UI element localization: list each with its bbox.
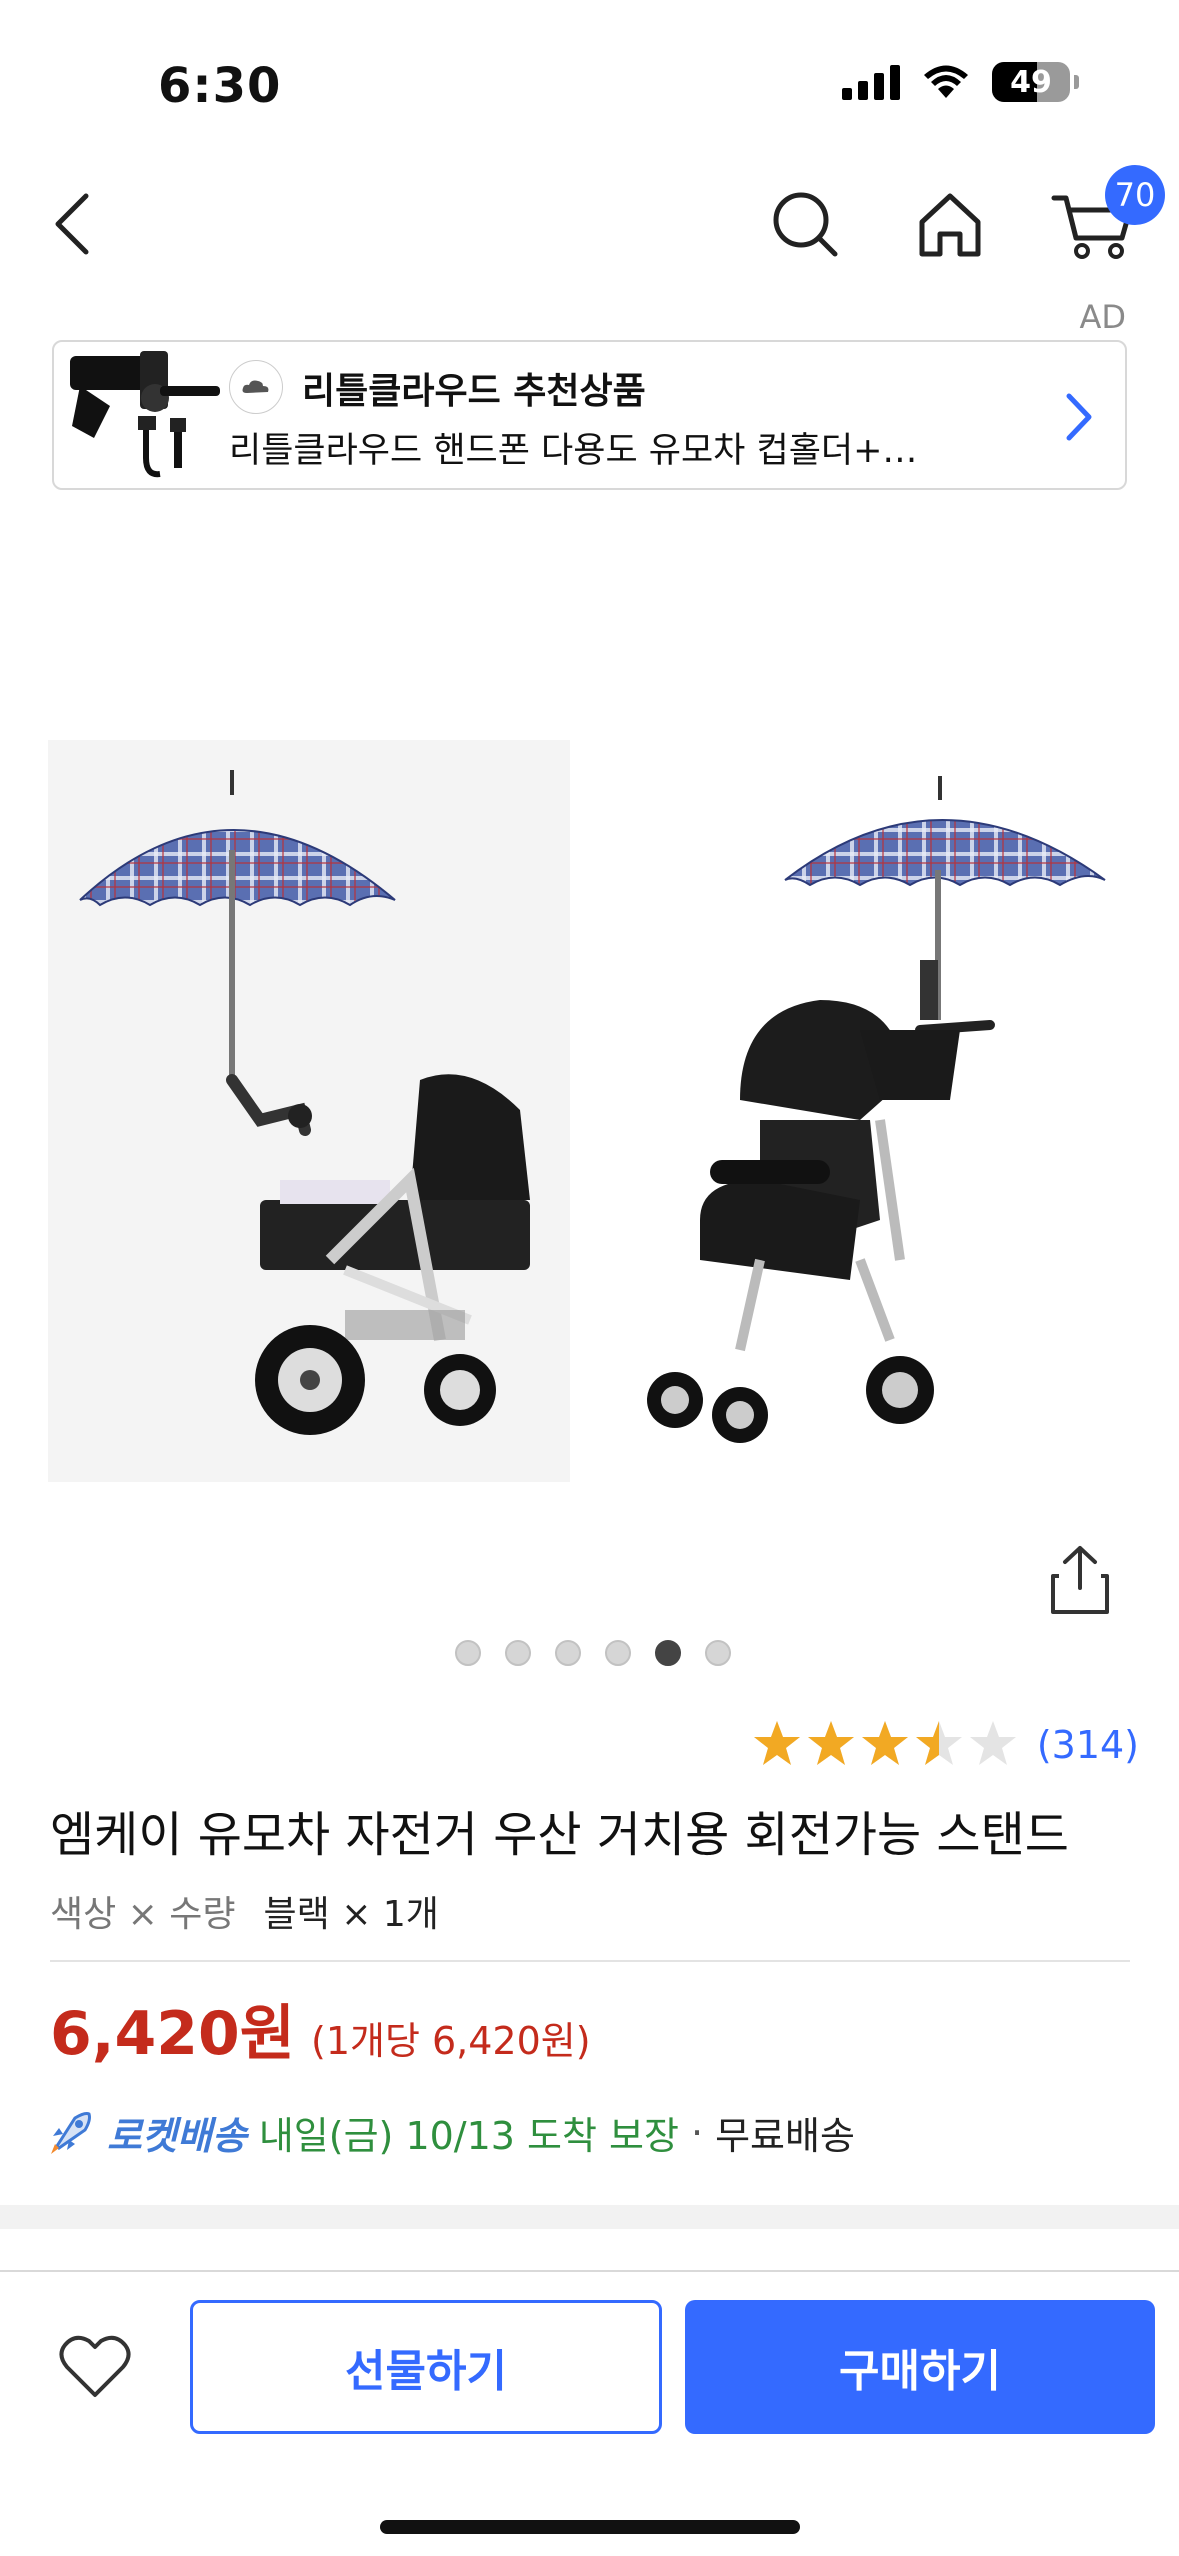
shipping-fee: 무료배송: [715, 2114, 855, 2158]
ad-title: 리틀클라우드 추천상품: [302, 371, 646, 412]
delivery-info: 로켓배송 내일(금) 10/13 도착 보장 · 무료배송: [45, 2105, 855, 2160]
rating-stars: [753, 1721, 1016, 1765]
section-separator: [0, 2205, 1179, 2229]
home-indicator: [380, 2520, 800, 2534]
bottom-action-bar: 선물하기 구매하기: [0, 2270, 1179, 2556]
heart-icon[interactable]: [55, 2327, 135, 2407]
star-icon: [861, 1721, 908, 1765]
ad-description: 리틀클라우드 핸드폰 다용도 유모차 컵홀더+…: [229, 431, 918, 471]
share-icon[interactable]: [1045, 1540, 1115, 1620]
pagination-dot[interactable]: [705, 1640, 731, 1666]
delivery-date: 내일(금) 10/13 도착 보장: [258, 2114, 679, 2158]
selected-option[interactable]: 색상 × 수량 블랙 × 1개: [50, 1885, 439, 1937]
ad-label: AD: [1079, 298, 1126, 336]
battery-level: 49: [1010, 64, 1052, 100]
price-row: 6,420원 (1개당 6,420원): [50, 1985, 591, 2072]
sale-price: 6,420원: [50, 1999, 295, 2069]
product-title: 엠케이 유모차 자전거 우산 거치용 회전가능 스탠드: [50, 1807, 1069, 1863]
option-label: 색상 × 수량: [50, 1894, 236, 1935]
home-icon[interactable]: [910, 184, 990, 264]
product-image[interactable]: [0, 700, 1179, 1560]
pagination-dot[interactable]: [555, 1640, 581, 1666]
option-value: 블랙 × 1개: [263, 1894, 439, 1935]
pagination-dot[interactable]: [655, 1640, 681, 1666]
product-rating[interactable]: (314): [751, 1718, 1139, 1772]
star-icon: [915, 1721, 962, 1765]
gallery-pagination: [455, 1640, 731, 1666]
star-icon: [969, 1721, 1016, 1765]
rocket-icon: [51, 2111, 91, 2154]
pagination-dot[interactable]: [455, 1640, 481, 1666]
battery-icon: 49: [992, 62, 1070, 102]
review-count[interactable]: (314): [1037, 1723, 1139, 1767]
status-icons: 49: [842, 62, 1079, 102]
cellular-signal-icon: [842, 64, 900, 100]
star-icon: [807, 1721, 854, 1765]
gift-button[interactable]: 선물하기: [190, 2300, 662, 2434]
chevron-right-icon: [1066, 393, 1092, 441]
back-icon[interactable]: [40, 184, 120, 264]
seller-logo: [229, 360, 283, 414]
status-bar: 6:30 49: [0, 0, 1179, 170]
status-time: 6:30: [158, 58, 282, 114]
divider: [50, 1960, 1130, 1962]
rocket-delivery-label: 로켓배송: [107, 2114, 247, 2158]
ad-banner[interactable]: 리틀클라우드 추천상품 리틀클라우드 핸드폰 다용도 유모차 컵홀더+…: [52, 340, 1127, 490]
unit-price: (1개당 6,420원): [311, 2019, 591, 2063]
star-icon: [753, 1721, 800, 1765]
separator: ·: [690, 2110, 704, 2155]
ad-product-thumbnail: [70, 351, 220, 478]
navigation-bar: [0, 170, 1179, 280]
pagination-dot[interactable]: [505, 1640, 531, 1666]
buy-button[interactable]: 구매하기: [685, 2300, 1155, 2434]
search-icon[interactable]: [765, 184, 845, 264]
wifi-icon: [924, 65, 968, 98]
pagination-dot[interactable]: [605, 1640, 631, 1666]
cart-count-badge: 70: [1105, 165, 1165, 225]
